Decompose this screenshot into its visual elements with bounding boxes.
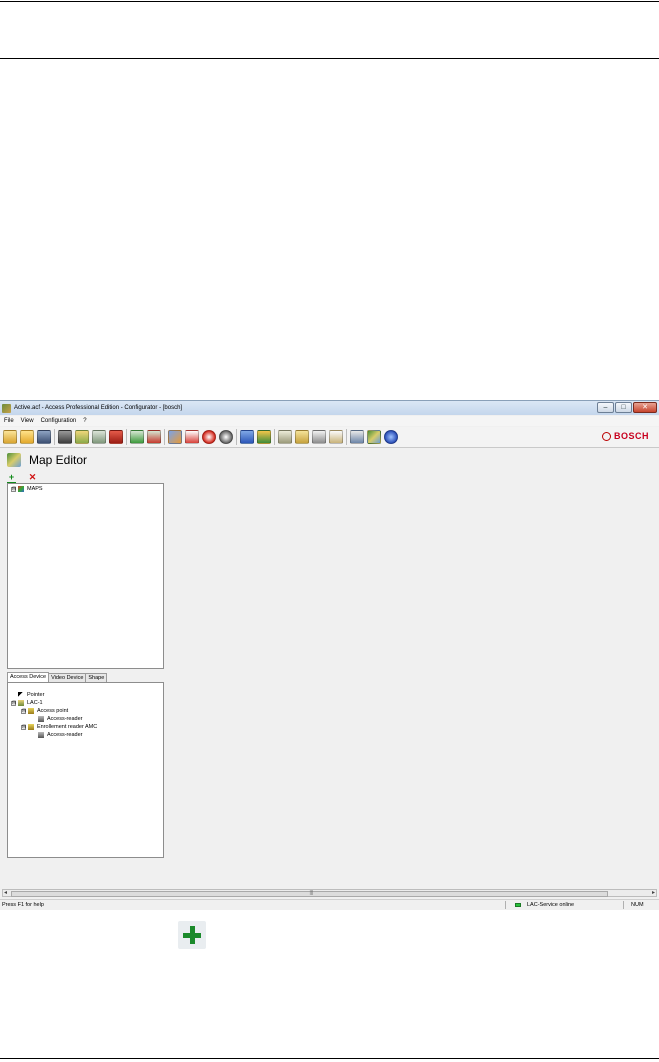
door-icon[interactable] (109, 430, 123, 444)
toolbar-separator (346, 429, 347, 445)
minimize-button[interactable]: – (597, 402, 614, 413)
tree-node-label: LAC-1 (27, 700, 43, 706)
service-status-text: LAC-Service online (527, 902, 575, 908)
scrollbar-thumb[interactable]: ||| (11, 890, 608, 897)
timemodel-icon[interactable] (219, 430, 233, 444)
toolbar-separator (164, 429, 165, 445)
add-map-button[interactable]: + (7, 473, 16, 483)
reader-icon[interactable] (92, 430, 106, 444)
new-config-icon[interactable] (3, 430, 17, 444)
menu-file[interactable]: File (4, 418, 14, 424)
collapse-icon[interactable]: ⊟ (21, 708, 26, 714)
reader-icon (38, 716, 44, 722)
add-icon (178, 921, 206, 949)
map-tools: + ✕ (7, 473, 49, 483)
status-divider (505, 901, 506, 909)
card-icon[interactable] (185, 430, 199, 444)
tree-node-access-point[interactable]: ⊟ Access point (21, 708, 68, 714)
help-icon[interactable] (384, 430, 398, 444)
access-point-icon (28, 724, 34, 730)
network-icon[interactable] (350, 430, 364, 444)
maps-folder-icon (18, 486, 24, 492)
window-title: Active.acf - Access Professional Edition… (14, 405, 183, 411)
menu-help[interactable]: ? (83, 418, 86, 424)
page-title: Map Editor (29, 453, 88, 467)
menu-view[interactable]: View (21, 418, 34, 424)
service-status-led (515, 903, 521, 907)
save-icon[interactable] (37, 430, 51, 444)
num-lock-indicator: NUM (631, 902, 644, 908)
tab-access-device[interactable]: Access Device (7, 672, 50, 682)
toolbar-separator (126, 429, 127, 445)
scroll-left-icon[interactable]: ◂ (4, 889, 7, 896)
map-editor-icon[interactable] (367, 430, 381, 444)
upload-icon[interactable] (130, 430, 144, 444)
status-divider (623, 901, 624, 909)
tree-node-label: Enrollement reader AMC (37, 724, 98, 730)
close-button[interactable]: ✕ (633, 402, 657, 413)
tree-node-lac[interactable]: ⊟ LAC-1 (11, 700, 43, 706)
menu-bar: File View Configuration ? (0, 416, 659, 426)
page-bottom-rule (0, 1058, 659, 1059)
controller-icon[interactable] (75, 430, 89, 444)
area-icon[interactable] (168, 430, 182, 444)
report-icon[interactable] (295, 430, 309, 444)
toolbar-separator (274, 429, 275, 445)
reader-icon (38, 732, 44, 738)
tree-node-enrollment-reader[interactable]: ⊟ Enrollement reader AMC (21, 724, 97, 730)
tree-node-pointer[interactable]: Pointer (18, 692, 44, 698)
controller-icon (18, 700, 24, 706)
toolbar: BOSCH (0, 427, 659, 448)
app-window: Active.acf - Access Professional Edition… (0, 400, 659, 910)
toolbar-separator (54, 429, 55, 445)
persons-icon[interactable] (240, 430, 254, 444)
window-controls: – □ ✕ (596, 402, 657, 413)
status-bar: Press F1 for help LAC-Service online NUM (0, 899, 659, 910)
collapse-icon[interactable]: ⊟ (21, 724, 26, 730)
devices-icon[interactable] (58, 430, 72, 444)
access-point-icon (28, 708, 34, 714)
page-header-rule (0, 58, 659, 59)
bosch-logo: BOSCH (601, 431, 649, 441)
tree-node-label: Pointer (27, 692, 45, 698)
collapse-icon[interactable]: ⊟ (11, 700, 16, 706)
collapse-icon[interactable]: ⊟ (11, 486, 16, 492)
device-tree[interactable]: Pointer ⊟ LAC-1 ⊟ Access point Access-re… (7, 682, 164, 858)
list-icon[interactable] (278, 430, 292, 444)
horizontal-scrollbar[interactable]: ◂ ||| ▸ (2, 889, 657, 897)
tree-node-label: Access point (37, 708, 69, 714)
open-icon[interactable] (20, 430, 34, 444)
map-editor-icon (7, 453, 21, 467)
tree-node-label: Access-reader (47, 732, 83, 738)
print-icon[interactable] (312, 430, 326, 444)
groups-icon[interactable] (257, 430, 271, 444)
tree-node-maps[interactable]: ⊟ MAPS (11, 486, 43, 492)
tree-node-label: Access-reader (47, 716, 83, 722)
scroll-right-icon[interactable]: ▸ (652, 889, 655, 896)
maximize-button[interactable]: □ (615, 402, 632, 413)
delete-map-button[interactable]: ✕ (28, 473, 37, 482)
menu-configuration[interactable]: Configuration (41, 418, 77, 424)
title-bar[interactable]: Active.acf - Access Professional Edition… (0, 401, 659, 415)
download-icon[interactable] (147, 430, 161, 444)
page-top-rule (0, 1, 659, 2)
pointer-icon (18, 692, 24, 698)
maps-tree[interactable]: ⊟ MAPS (7, 483, 164, 669)
status-help-text: Press F1 for help (2, 902, 44, 908)
bosch-wordmark: BOSCH (613, 431, 649, 441)
toolbar-separator (236, 429, 237, 445)
scrollbar-grip: ||| (309, 890, 314, 896)
tree-node-access-reader[interactable]: Access-reader (38, 716, 82, 722)
bosch-ring-icon (601, 431, 611, 441)
tree-node-label: MAPS (27, 486, 43, 492)
map-editor-header: Map Editor (7, 453, 87, 467)
app-icon (2, 403, 11, 413)
badge-icon[interactable] (329, 430, 343, 444)
tree-node-access-reader[interactable]: Access-reader (38, 732, 82, 738)
holiday-icon[interactable] (202, 430, 216, 444)
